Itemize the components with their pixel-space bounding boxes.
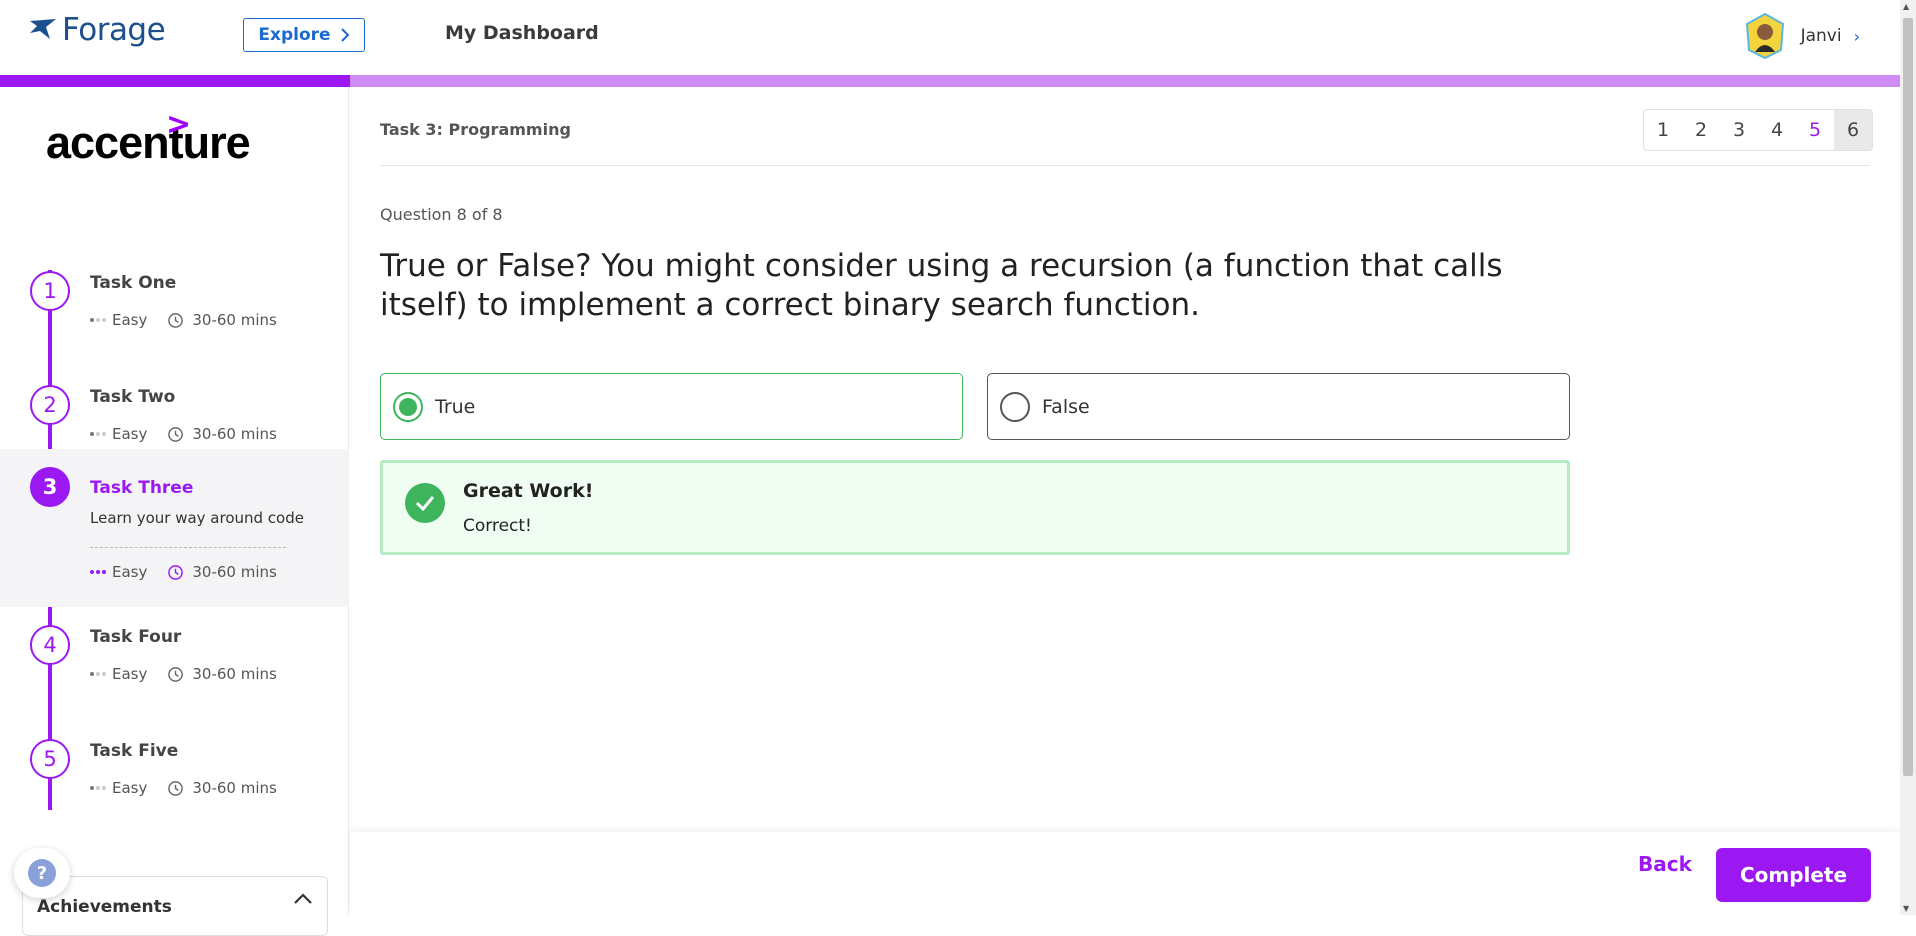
task-difficulty: Easy (112, 425, 148, 443)
scroll-up-icon[interactable]: ▲ (1903, 2, 1909, 11)
scroll-down-icon[interactable]: ▼ (1903, 904, 1909, 913)
sidebar-item-task-one[interactable]: 1 Task One Easy 30-60 mins (0, 247, 349, 357)
page-scrollbar[interactable]: ▲ ▼ (1900, 0, 1916, 915)
clock-icon (168, 426, 184, 442)
task-title: Task Two (90, 387, 176, 407)
explore-label: Explore (258, 25, 331, 45)
feedback-banner: Great Work! Correct! (380, 460, 1570, 555)
task-number-badge: 5 (30, 739, 70, 779)
user-menu[interactable]: Janvi › (1741, 12, 1860, 60)
difficulty-dots-icon (90, 570, 106, 574)
back-button[interactable]: Back (1638, 852, 1692, 876)
help-button[interactable]: ? (14, 848, 70, 898)
task-duration: 30-60 mins (192, 563, 277, 581)
help-icon: ? (28, 859, 56, 887)
check-icon (405, 483, 445, 523)
user-name: Janvi (1800, 26, 1842, 46)
sidebar-item-task-four[interactable]: 4 Task Four Easy 30-60 mins (0, 607, 349, 717)
complete-button[interactable]: Complete (1716, 848, 1871, 902)
radio-fill (399, 397, 417, 416)
chevron-up-icon[interactable] (293, 893, 313, 905)
task-duration: 30-60 mins (192, 425, 277, 443)
forage-logo-text: Forage (62, 12, 166, 48)
question-pager: 1 2 3 4 5 6 (1643, 109, 1873, 151)
task-difficulty: Easy (112, 665, 148, 683)
task-difficulty: Easy (112, 311, 148, 329)
pager-item-6[interactable]: 6 (1834, 110, 1872, 150)
task-title: Task Three (90, 478, 194, 498)
task-duration: 30-60 mins (192, 665, 277, 683)
pager-item-5[interactable]: 5 (1796, 110, 1834, 150)
task-description: Learn your way around code (90, 509, 304, 527)
task-title: Task Four (90, 627, 182, 647)
radio-unselected[interactable] (1000, 391, 1030, 422)
my-dashboard-link[interactable]: My Dashboard (445, 22, 599, 44)
task-number-badge: 1 (30, 271, 70, 311)
task-number-badge: 4 (30, 625, 70, 665)
avatar (1745, 12, 1784, 60)
achievements-panel[interactable]: Achievements (22, 876, 328, 936)
accenture-caret-icon: > (166, 107, 192, 142)
feedback-body: Correct! (463, 516, 532, 536)
difficulty-dots-icon (90, 432, 106, 436)
task-meta: Easy 30-60 mins (90, 311, 277, 329)
pager-item-3[interactable]: 3 (1720, 110, 1758, 150)
sidebar-item-task-three[interactable]: 3 Task Three Learn your way around code … (0, 449, 349, 607)
achievements-label: Achievements (37, 897, 172, 917)
pager-item-4[interactable]: 4 (1758, 110, 1796, 150)
clock-icon (168, 780, 184, 796)
explore-button[interactable]: Explore (243, 18, 365, 52)
forage-bird-icon (30, 19, 56, 39)
task-progress-bar (0, 75, 1900, 87)
sidebar-item-task-five[interactable]: 5 Task Five Easy 30-60 mins (0, 721, 349, 831)
scrollbar-thumb[interactable] (1903, 18, 1913, 776)
task-divider (90, 547, 286, 548)
task-meta: Easy 30-60 mins (90, 665, 277, 683)
accenture-logo: > accenture (46, 107, 251, 169)
forage-logo[interactable]: Forage (28, 12, 166, 48)
task-progress-fill (0, 75, 350, 87)
task-title: Task One (90, 273, 177, 293)
task-title: Task Five (90, 741, 179, 761)
task-difficulty: Easy (112, 779, 148, 797)
main-content: Task 3: Programming 1 2 3 4 5 6 Question… (350, 87, 1900, 915)
task-header: Task 3: Programming (380, 120, 571, 139)
task-sidebar: > accenture 1 Task One Easy 30-60 mins 2… (0, 87, 349, 915)
chevron-right-icon (340, 28, 349, 42)
task-duration: 30-60 mins (192, 779, 277, 797)
question-counter: Question 8 of 8 (380, 205, 503, 224)
feedback-title: Great Work! (463, 480, 594, 502)
task-meta: Easy 30-60 mins (90, 563, 277, 581)
difficulty-dots-icon (90, 318, 106, 322)
option-label: True (435, 395, 476, 418)
task-number-badge: 3 (30, 467, 70, 507)
answer-option-false[interactable]: False (987, 373, 1570, 440)
difficulty-dots-icon (90, 786, 106, 790)
task-number-badge: 2 (30, 385, 70, 425)
header-divider (380, 165, 1870, 166)
accenture-logo-text: accenture (46, 117, 251, 168)
task-meta: Easy 30-60 mins (90, 779, 277, 797)
task-difficulty: Easy (112, 563, 148, 581)
answer-option-true[interactable]: True (380, 373, 963, 440)
question-text: True or False? You might consider using … (380, 248, 1503, 323)
action-footer: Back Complete (350, 832, 1900, 915)
top-nav: Forage Explore My Dashboard Janvi › (0, 0, 1900, 75)
task-meta: Easy 30-60 mins (90, 425, 277, 443)
pager-item-2[interactable]: 2 (1682, 110, 1720, 150)
option-label: False (1042, 395, 1090, 418)
difficulty-dots-icon (90, 672, 106, 676)
clock-icon (168, 312, 184, 328)
clock-icon (168, 564, 184, 580)
clock-icon (168, 666, 184, 682)
task-duration: 30-60 mins (192, 311, 277, 329)
radio-selected[interactable] (393, 391, 423, 422)
pager-item-1[interactable]: 1 (1644, 110, 1682, 150)
chevron-right-icon: › (1853, 26, 1860, 46)
